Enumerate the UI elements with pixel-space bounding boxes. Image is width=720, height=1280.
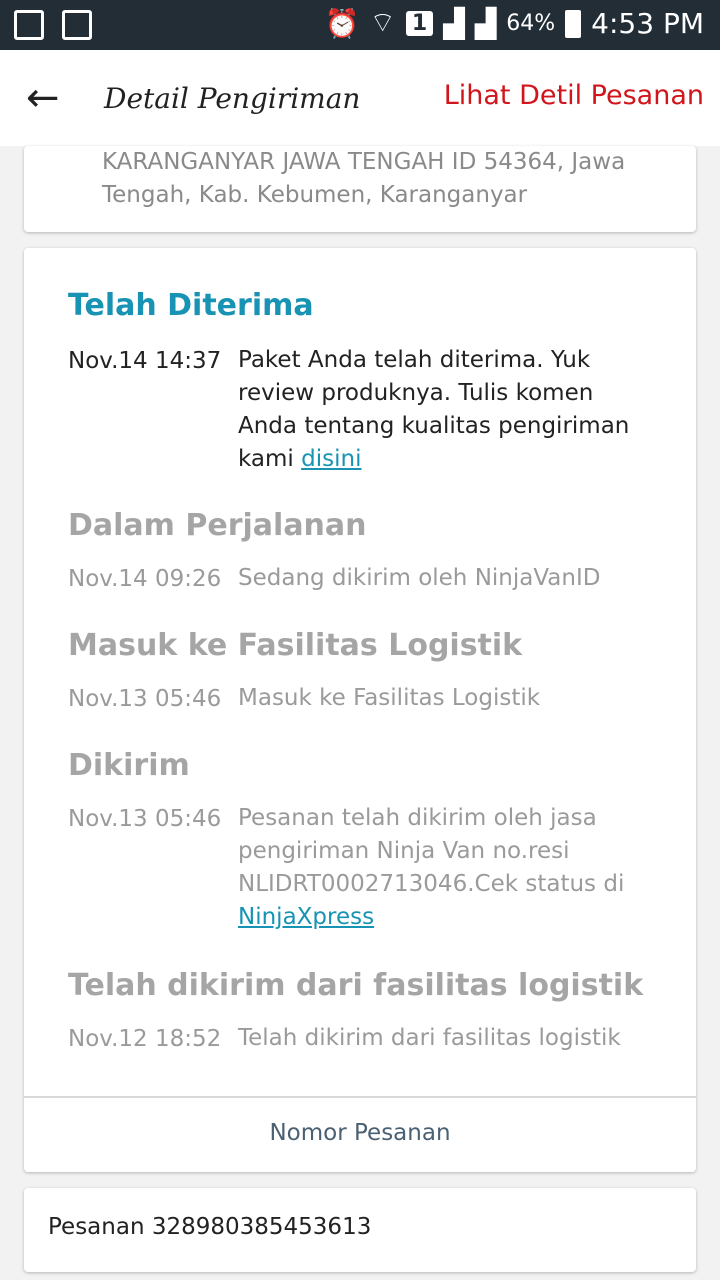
tracking-time: Nov.13 05:46 <box>68 806 222 832</box>
alarm-icon: ⏰ <box>324 7 360 40</box>
tracking-desc: Masuk ke Fasilitas Logistik <box>238 685 541 711</box>
clock: 4:53 PM <box>591 7 704 40</box>
tracking-time: Nov.14 14:37 <box>68 348 222 374</box>
page-title: Detail Pengiriman <box>104 82 361 115</box>
address-text: KARANGANYAR JAWA TENGAH ID 54364, Jawa T… <box>102 149 626 208</box>
order-card: Pesanan 328980385453613 <box>24 1188 696 1272</box>
order-number-button[interactable]: Nomor Pesanan <box>24 1096 696 1172</box>
tracking-status-title: Dikirim <box>68 748 190 783</box>
tracking-desc: Pesanan telah dikirim oleh jasa pengirim… <box>238 805 625 930</box>
sim-badge: 1 <box>405 11 434 36</box>
review-link[interactable]: disini <box>301 446 361 472</box>
back-arrow-icon[interactable]: ← <box>26 74 60 122</box>
battery-icon <box>565 9 582 38</box>
wifi-icon: ⌔ <box>369 6 396 39</box>
tracking-desc: Paket Anda telah diterima. Yuk review pr… <box>238 347 630 472</box>
tracking-status-title: Dalam Perjalanan <box>68 508 367 543</box>
tracking-status-title: Masuk ke Fasilitas Logistik <box>68 628 523 663</box>
app-bar: ← Detail Pengiriman Lihat Detil Pesanan <box>0 50 720 146</box>
tracking-time: Nov.14 09:26 <box>68 566 222 592</box>
tracking-time: Nov.12 18:52 <box>68 1026 222 1052</box>
image-icon <box>62 10 92 40</box>
tracking-desc: Sedang dikirim oleh NinjaVanID <box>238 565 601 591</box>
battery-percent: 64% <box>506 11 556 36</box>
address-card: KARANGANYAR JAWA TENGAH ID 54364, Jawa T… <box>24 146 696 232</box>
tracking-card: Telah Diterima Nov.14 14:37 Paket Anda t… <box>24 248 696 1172</box>
status-bar: ⏰ ⌔ 1 ▟ ▟ 64% 4:53 PM <box>0 0 720 50</box>
signal-icon-2: ▟ <box>474 7 497 40</box>
tracking-status-title: Telah dikirim dari fasilitas logistik <box>68 968 644 1003</box>
ninjaxpress-link[interactable]: NinjaXpress <box>238 904 374 930</box>
tracking-desc: Telah dikirim dari fasilitas logistik <box>238 1025 621 1051</box>
radio-icon <box>14 10 44 40</box>
signal-icon: ▟ <box>443 7 465 40</box>
view-order-detail-link[interactable]: Lihat Detil Pesanan <box>444 80 704 111</box>
order-number-text: Pesanan 328980385453613 <box>48 1214 372 1240</box>
tracking-time: Nov.13 05:46 <box>68 686 222 712</box>
tracking-status-title: Telah Diterima <box>68 288 314 323</box>
